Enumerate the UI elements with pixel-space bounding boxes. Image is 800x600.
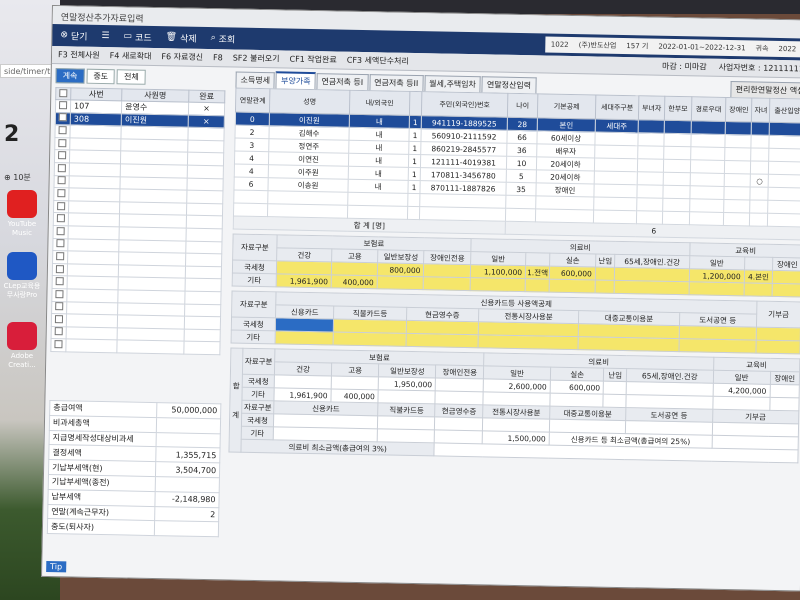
f4-expand[interactable]: F4 새로확대 <box>110 50 152 62</box>
tip-button[interactable]: Tip <box>46 560 67 573</box>
col-emp-id: 사번 <box>70 87 123 101</box>
employee-table: 사번 사원명 완료 107 윤영수 × 308 이진원 × <box>50 87 226 356</box>
desktop-icon-adobe[interactable]: Adobe Creati... <box>2 322 42 370</box>
tab-rent[interactable]: 월세,주택임차 <box>424 75 482 93</box>
timer-10min-button[interactable]: ⊕ 10분 <box>4 172 31 183</box>
clep-icon <box>7 252 37 280</box>
code-icon: ▭ <box>123 31 133 42</box>
timer-number: 2 <box>4 122 20 147</box>
trash-icon: 🗑 <box>165 32 178 43</box>
desktop-icon-clep[interactable]: CLep교육용 무사랑Pro <box>2 252 42 300</box>
tab-dependents[interactable]: 부양가족 <box>275 71 316 90</box>
f6-refresh[interactable]: F6 자료갱신 <box>161 51 203 63</box>
tax-summary-table: 총급여액 50,000,000 비과세총액 지급명세작성대상비과세 결정세액 1,3… <box>46 400 222 538</box>
menu-button[interactable]: ☰ <box>101 31 109 41</box>
table-row[interactable] <box>50 338 221 355</box>
excel-button[interactable]: 편리한연말정산 액셀 <box>730 81 800 99</box>
search-icon: ⌕ <box>210 33 216 44</box>
adobe-icon <box>7 322 37 350</box>
code-button[interactable]: ▭ 코드 <box>123 30 152 43</box>
tab-income[interactable]: 소득명세 <box>235 71 276 89</box>
subtab-midterm[interactable]: 중도 <box>86 68 116 85</box>
row-checkbox[interactable] <box>59 100 68 110</box>
closing-label: 마감 : 미마감 <box>661 61 707 72</box>
company-info: 1022 (주)반도산업 157 기 2022-01-01~2022-12-31… <box>544 36 800 58</box>
hamburger-icon: ☰ <box>101 30 110 42</box>
cf1-complete[interactable]: CF1 작업완료 <box>289 54 336 66</box>
f3-all-employees[interactable]: F3 전체사원 <box>58 49 100 61</box>
credit-card-input[interactable] <box>275 317 334 332</box>
business-no: 사업자번호 : 12111111 <box>718 62 800 74</box>
select-all-checkbox[interactable] <box>55 87 71 100</box>
subtab-all[interactable]: 전체 <box>116 69 146 85</box>
total-grid: 합계 자료구분 보험료 의료비 교육비 건강 고용 일반보장성 장애인전용 일반 실손 난… <box>228 347 800 464</box>
employee-subtabs: 계속 중도 전체 <box>55 64 227 90</box>
search-button[interactable]: ⌕ 조회 <box>211 32 236 45</box>
subtab-continuing[interactable]: 계속 <box>55 68 85 84</box>
deduction-grid-2: 자료구분 신용카드등 사용액공제 기부금 신용카드 직불카드등 현금영수증 전통시장… <box>230 290 800 355</box>
sf2-import[interactable]: SF2 불러오기 <box>233 52 280 64</box>
col-done: 완료 <box>188 90 225 103</box>
row-checkbox[interactable] <box>58 113 67 122</box>
desktop-icon-youtube-music[interactable]: YouTube Music <box>2 190 42 238</box>
summary-row: 중도(퇴사자) <box>47 518 219 537</box>
employee-panel: 계속 중도 전체 사번 사원명 완료 107 윤영수 × 308 이진원 × 총… <box>46 64 228 579</box>
close-button[interactable]: ⊗ 닫기 <box>60 29 87 42</box>
cf3-rounding[interactable]: CF3 세액단수처리 <box>347 55 409 67</box>
youtube-music-icon <box>7 190 37 218</box>
main-panel: 소득명세 부양가족 연금저축 등I 연금저축 등II 월세,주택임차 연말정산입… <box>226 68 800 591</box>
tab-year-end[interactable]: 연말정산입력 <box>481 76 537 94</box>
tab-pension2[interactable]: 연금저축 등II <box>369 74 424 92</box>
app-window: 연말정산추가자료입력 ⊗ 닫기 ☰ ▭ 코드 🗑 삭제 ⌕ 조회 1022 (주)반도산… <box>41 5 800 592</box>
delete-button[interactable]: 🗑 삭제 <box>165 31 197 44</box>
f8-button[interactable]: F8 <box>213 53 223 62</box>
dependents-table: 연말관계 성명 내/외국인 주민(외국인)번호 나이 기본공제 세대주구분 부녀… <box>232 87 800 241</box>
deduction-grid-1: 자료구분 보험료 의료비 교육비 건강 고용 일반보장성 장애인전용 일반 실손 난임 65… <box>231 233 800 298</box>
close-icon: ⊗ <box>60 30 69 41</box>
tab-pension1[interactable]: 연금저축 등I <box>316 73 369 91</box>
